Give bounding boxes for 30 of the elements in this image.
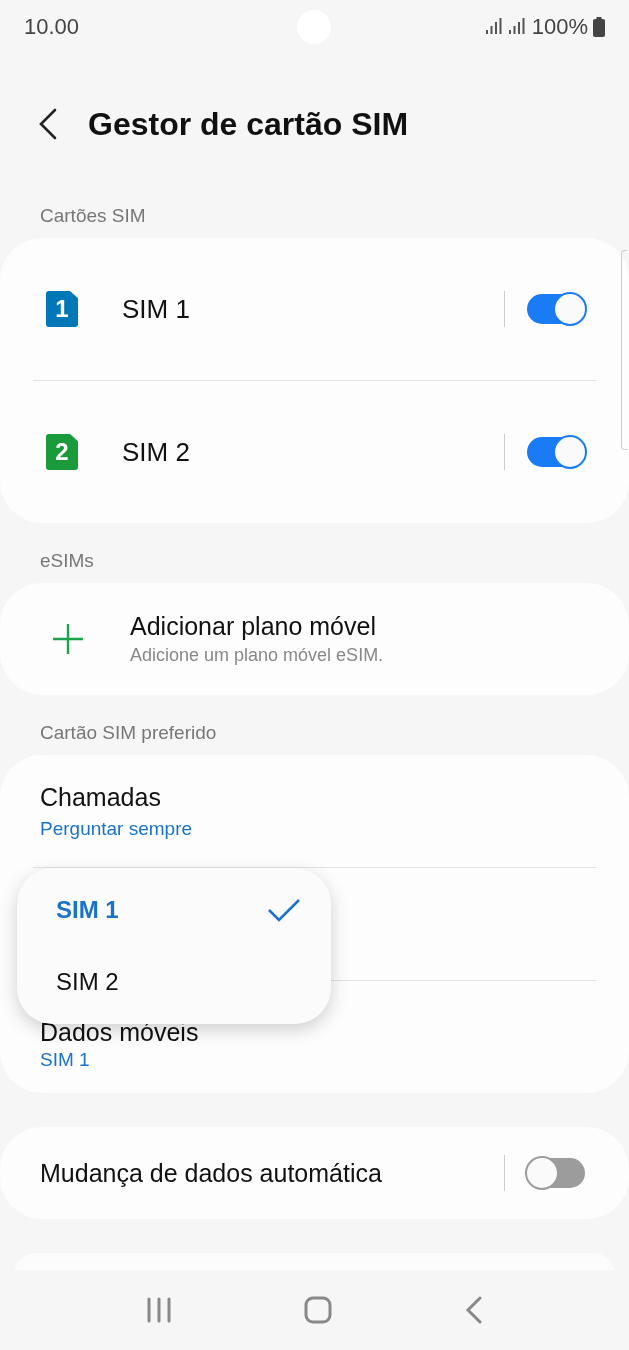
setting-title[interactable]: Mudança de dados automática xyxy=(40,1158,382,1188)
sim-icon: 1 xyxy=(46,291,78,327)
page-title: Gestor de cartão SIM xyxy=(88,105,409,143)
add-plan-item[interactable]: Adicionar plano móvel Adicione um plano móvel eSIM. xyxy=(0,583,629,695)
menu-item[interactable]: SIM 1 xyxy=(17,874,331,946)
item-subtitle: Adicione um plano móvel eSIM. xyxy=(130,645,384,666)
sim-name[interactable]: SIM 1 xyxy=(122,293,190,325)
setting-value: SIM 1 xyxy=(40,1049,91,1071)
sim-icon: 2 xyxy=(46,434,78,470)
section-heading: eSIMs xyxy=(39,549,95,573)
status-time: 10.00 xyxy=(24,14,80,40)
battery-level: 100% xyxy=(531,14,588,40)
sim-name[interactable]: SIM 2 xyxy=(122,436,190,468)
signal-icon xyxy=(508,18,527,36)
check-icon xyxy=(267,898,301,922)
battery-icon xyxy=(593,17,605,37)
section-heading: Cartão SIM preferido xyxy=(39,721,218,745)
toggle-switch[interactable] xyxy=(527,1158,585,1188)
toggle-switch[interactable] xyxy=(527,437,585,467)
setting-value: Perguntar sempre xyxy=(40,817,194,840)
toggle-switch[interactable] xyxy=(527,294,585,324)
recent-apps-icon[interactable] xyxy=(146,1297,173,1323)
back-icon[interactable] xyxy=(38,108,58,140)
home-icon[interactable] xyxy=(304,1296,333,1324)
section-heading: Cartões SIM xyxy=(39,204,147,228)
menu-item[interactable]: SIM 2 xyxy=(17,946,331,1018)
signal-icon xyxy=(485,18,504,36)
plus-icon xyxy=(52,623,84,655)
setting-title[interactable]: Chamadas xyxy=(40,782,629,812)
item-title: Adicionar plano móvel xyxy=(130,612,377,641)
